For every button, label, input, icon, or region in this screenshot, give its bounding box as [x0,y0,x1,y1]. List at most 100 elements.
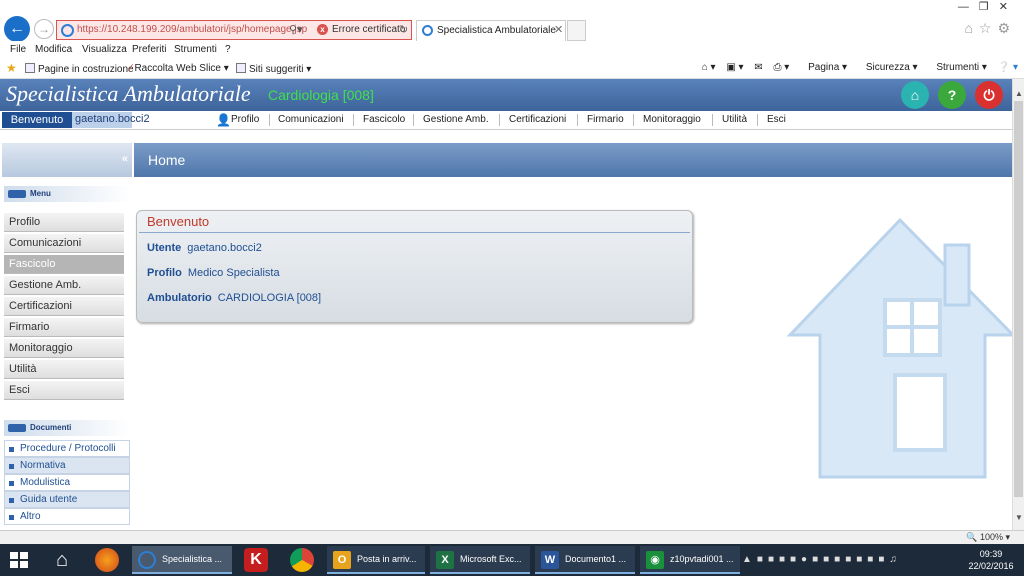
browser-tab[interactable]: Specialistica Ambulatoriale ✕ [416,20,566,41]
taskbar-task-excel[interactable]: X Microsoft Exc... [430,546,530,574]
app-title: Specialistica Ambulatoriale [6,81,251,106]
docs-section-label: Documenti [30,423,72,432]
menu-help[interactable]: ? [225,44,231,55]
favorite-item[interactable]: Siti suggeriti ▾ [236,63,311,75]
sidebar-item-esci[interactable]: Esci [4,381,124,400]
favorites-star-icon[interactable]: ★ [6,61,17,75]
taskbar-task-remote[interactable]: ◉ z10pvtadi001 ... [640,546,740,574]
print-icon[interactable]: ⎙ ▾ [774,62,790,73]
favorites-bar: ★ Pagine in costruzione ∕ Raccolta Web S… [0,59,1024,79]
new-tab-button[interactable] [567,20,586,41]
nav-firmario[interactable]: Firmario [587,114,624,125]
menu-visualizza[interactable]: Visualizza [82,44,127,55]
page-scrollbar[interactable]: ▲ ▼ [1012,79,1024,530]
sidebar-item-certificazioni[interactable]: Certificazioni [4,297,124,316]
certificate-error-icon[interactable]: x [317,24,328,35]
task-label: Specialistica ... [162,554,223,564]
ie-logo-icon [138,551,156,569]
nav-utilita[interactable]: Utilità [722,114,747,125]
nav-certificazioni[interactable]: Certificazioni [509,114,566,125]
welcome-box: Benvenuto gaetano.bocci2 [2,112,150,128]
tool-sicurezza[interactable]: Sicurezza ▾ [858,62,918,73]
favorite-item[interactable]: ∕ Raccolta Web Slice ▾ [130,63,229,74]
menu-modifica[interactable]: Modifica [35,44,72,55]
chrome-icon[interactable] [290,548,314,572]
refresh-icon[interactable]: ↻ [399,23,408,36]
sidebar-item-monitoraggio[interactable]: Monitoraggio [4,339,124,358]
doc-item-modulistica[interactable]: Modulistica [4,474,130,491]
nav-separator [353,114,354,126]
card-key: Ambulatorio [147,292,212,304]
sidebar-item-firmario[interactable]: Firmario [4,318,124,337]
tool-strumenti[interactable]: Strumenti ▾ [928,62,987,73]
certificate-error-text[interactable]: Errore certificato [332,24,405,35]
sidebar-item-gestione-amb[interactable]: Gestione Amb. [4,276,124,295]
kaspersky-icon[interactable]: K [244,548,268,572]
app-nav-bar: Benvenuto gaetano.bocci2 👤 Profilo Comun… [0,111,1012,130]
forward-arrow-icon[interactable]: → [34,19,54,39]
taskbar-task-outlook[interactable]: O Posta in arriv... [327,546,425,574]
home-icon[interactable]: ⌂ [50,548,74,572]
mail-icon[interactable]: ✉ [754,62,762,73]
home-star-gear-icons[interactable]: ⌂☆⚙ [964,20,1016,37]
scroll-down-icon[interactable]: ▼ [1015,513,1023,522]
window-controls[interactable]: —❐✕ [958,0,1018,13]
favorite-label: Pagine in costruzione [38,64,134,75]
doc-item-guida-utente[interactable]: Guida utente [4,491,130,508]
sidebar-item-comunicazioni[interactable]: Comunicazioni [4,234,124,253]
taskbar-task-word[interactable]: W Documento1 ... [535,546,635,574]
nav-monitoraggio[interactable]: Monitoraggio [643,114,701,125]
remote-eye-icon: ◉ [646,551,664,569]
scroll-up-icon[interactable]: ▲ [1015,89,1023,98]
nav-comunicazioni[interactable]: Comunicazioni [278,114,344,125]
home-icon[interactable]: ⌂ ▾ [702,62,716,73]
nav-separator [413,114,414,126]
zoom-level[interactable]: 🔍 100% ▾ [966,532,1010,543]
doc-label: Normativa [20,460,66,471]
scroll-thumb[interactable] [1014,101,1023,497]
firefox-icon[interactable] [95,548,119,572]
doc-item-normativa[interactable]: Normativa [4,457,130,474]
page-title: Home [148,152,186,168]
app-subtitle: Cardiologia [008] [268,87,374,103]
sidebar-item-profilo[interactable]: Profilo [4,213,124,232]
back-arrow-icon[interactable]: ← [4,16,30,42]
menu-strumenti[interactable]: Strumenti [174,44,217,55]
nav-profilo[interactable]: Profilo [231,114,259,125]
search-icon[interactable]: ⚲▾ [289,23,303,36]
help-icon[interactable]: ❔ ▾ [998,62,1018,73]
sidebar-item-fascicolo[interactable]: Fascicolo [4,255,124,274]
favorite-item[interactable]: Pagine in costruzione [25,63,134,75]
card-value: CARDIOLOGIA [008] [217,292,322,304]
feeds-icon[interactable]: ▣ ▾ [726,62,743,73]
collapse-sidebar-icon[interactable]: « [122,153,128,165]
home-button-icon[interactable]: ⌂ [901,81,929,109]
doc-item-procedure[interactable]: Procedure / Protocolli [4,440,130,457]
divider [139,232,690,233]
welcome-label: Benvenuto [2,112,72,128]
help-button-icon[interactable]: ? [938,81,966,109]
welcome-user: gaetano.bocci2 [75,113,150,125]
minus-icon[interactable] [8,190,26,198]
nav-gestione-amb[interactable]: Gestione Amb. [423,114,489,125]
menu-preferiti[interactable]: Preferiti [132,44,166,55]
power-button-icon[interactable]: ⏻ [975,81,1003,109]
card-row-ambulatorio: Ambulatorio CARDIOLOGIA [008] [147,292,321,304]
tool-pagina[interactable]: Pagina ▾ [800,62,847,73]
windows-start-icon[interactable] [10,552,28,568]
nav-separator [499,114,500,126]
minus-icon[interactable] [8,424,26,432]
status-bar: 🔍 100% ▾ [0,530,1024,544]
doc-item-altro[interactable]: Altro [4,508,130,525]
address-bar[interactable]: https://10.248.199.209/ambulatori/jsp/ho… [56,20,412,40]
nav-fascicolo[interactable]: Fascicolo [363,114,405,125]
menu-file[interactable]: File [10,44,26,55]
taskbar-task-ie[interactable]: Specialistica ... [132,546,232,574]
taskbar-clock[interactable]: 09:39 22/02/2016 [966,548,1016,572]
system-tray-icons[interactable]: ▲■■■■●■■■■■■■♫ [742,554,902,565]
sidebar-item-utilita[interactable]: Utilità [4,360,124,379]
task-label: Documento1 ... [565,554,627,564]
address-url[interactable]: https://10.248.199.209/ambulatori/jsp/ho… [77,24,307,35]
nav-esci[interactable]: Esci [767,114,786,125]
close-tab-icon[interactable]: ✕ [554,23,563,36]
